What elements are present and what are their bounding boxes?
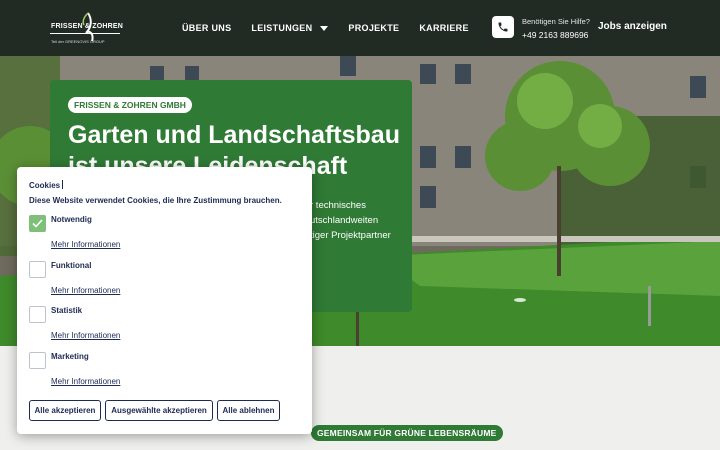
checkbox-statistik[interactable] bbox=[29, 306, 46, 323]
more-info-link[interactable]: Mehr Informationen bbox=[51, 377, 120, 386]
nav-label: LEISTUNGEN bbox=[251, 23, 313, 33]
checkbox-notwendig[interactable] bbox=[29, 215, 46, 232]
logo-subtext: Teil der GREENOVIS GROUP bbox=[51, 39, 105, 44]
more-info-link[interactable]: Mehr Informationen bbox=[51, 240, 120, 249]
company-logo[interactable]: FRISSEN & ZOHREN Teil der GREENOVIS GROU… bbox=[48, 9, 126, 47]
option-label: Notwendig bbox=[51, 215, 92, 224]
accept-selected-button[interactable]: Ausgewählte akzeptieren bbox=[105, 400, 213, 421]
hero-text-line: utschlandweiten bbox=[310, 215, 379, 226]
nav-item-leistungen[interactable]: LEISTUNGEN bbox=[251, 23, 329, 33]
cookie-title-text: Cookies bbox=[29, 181, 61, 190]
reject-all-button[interactable]: Alle ablehnen bbox=[217, 400, 280, 421]
hero-text-line: tiger Projektpartner bbox=[310, 230, 391, 241]
accept-all-button[interactable]: Alle akzeptieren bbox=[29, 400, 101, 421]
logo-text: FRISSEN & ZOHREN bbox=[51, 23, 124, 30]
cookie-dialog: Cookies Diese Website verwendet Cookies,… bbox=[17, 167, 312, 434]
more-info-link[interactable]: Mehr Informationen bbox=[51, 331, 120, 340]
section-pill: GEMEINSAM FÜR GRÜNE LEBENSRÄUME bbox=[311, 425, 503, 441]
more-info-link[interactable]: Mehr Informationen bbox=[51, 286, 120, 295]
nav-item-ueber-uns[interactable]: ÜBER UNS bbox=[182, 23, 231, 33]
chevron-down-icon bbox=[320, 25, 329, 31]
nav-item-projekte[interactable]: PROJEKTE bbox=[348, 23, 399, 33]
checkmark-icon bbox=[32, 219, 43, 228]
site-header: FRISSEN & ZOHREN Teil der GREENOVIS GROU… bbox=[0, 0, 720, 56]
nav-item-karriere[interactable]: KARRIERE bbox=[419, 23, 468, 33]
nav-label: KARRIERE bbox=[419, 23, 469, 33]
checkbox-marketing[interactable] bbox=[29, 352, 46, 369]
hero-text: r technisches utschlandweiten tiger Proj… bbox=[310, 198, 460, 243]
company-badge: FRISSEN & ZOHREN GMBH bbox=[68, 97, 192, 113]
option-label: Funktional bbox=[51, 261, 92, 270]
option-label: Marketing bbox=[51, 352, 89, 361]
phone-number[interactable]: +49 2163 889696 bbox=[522, 30, 590, 40]
help-question: Benötigen Sie Hilfe? bbox=[522, 17, 590, 26]
text-cursor bbox=[62, 180, 64, 189]
hero-text-line: r technisches bbox=[310, 200, 366, 211]
main-nav: ÜBER UNS LEISTUNGEN PROJEKTE KARRIERE bbox=[182, 0, 469, 56]
cookie-description: Diese Website verwendet Cookies, die Ihr… bbox=[29, 196, 282, 205]
option-label: Statistik bbox=[51, 306, 83, 315]
nav-label: ÜBER UNS bbox=[182, 23, 232, 33]
phone-icon[interactable] bbox=[492, 16, 514, 38]
nav-label: PROJEKTE bbox=[348, 23, 400, 33]
cookie-title: Cookies bbox=[29, 180, 64, 190]
help-contact: Benötigen Sie Hilfe? +49 2163 889696 bbox=[522, 17, 590, 40]
jobs-link[interactable]: Jobs anzeigen bbox=[598, 21, 667, 32]
checkbox-funktional[interactable] bbox=[29, 261, 46, 278]
